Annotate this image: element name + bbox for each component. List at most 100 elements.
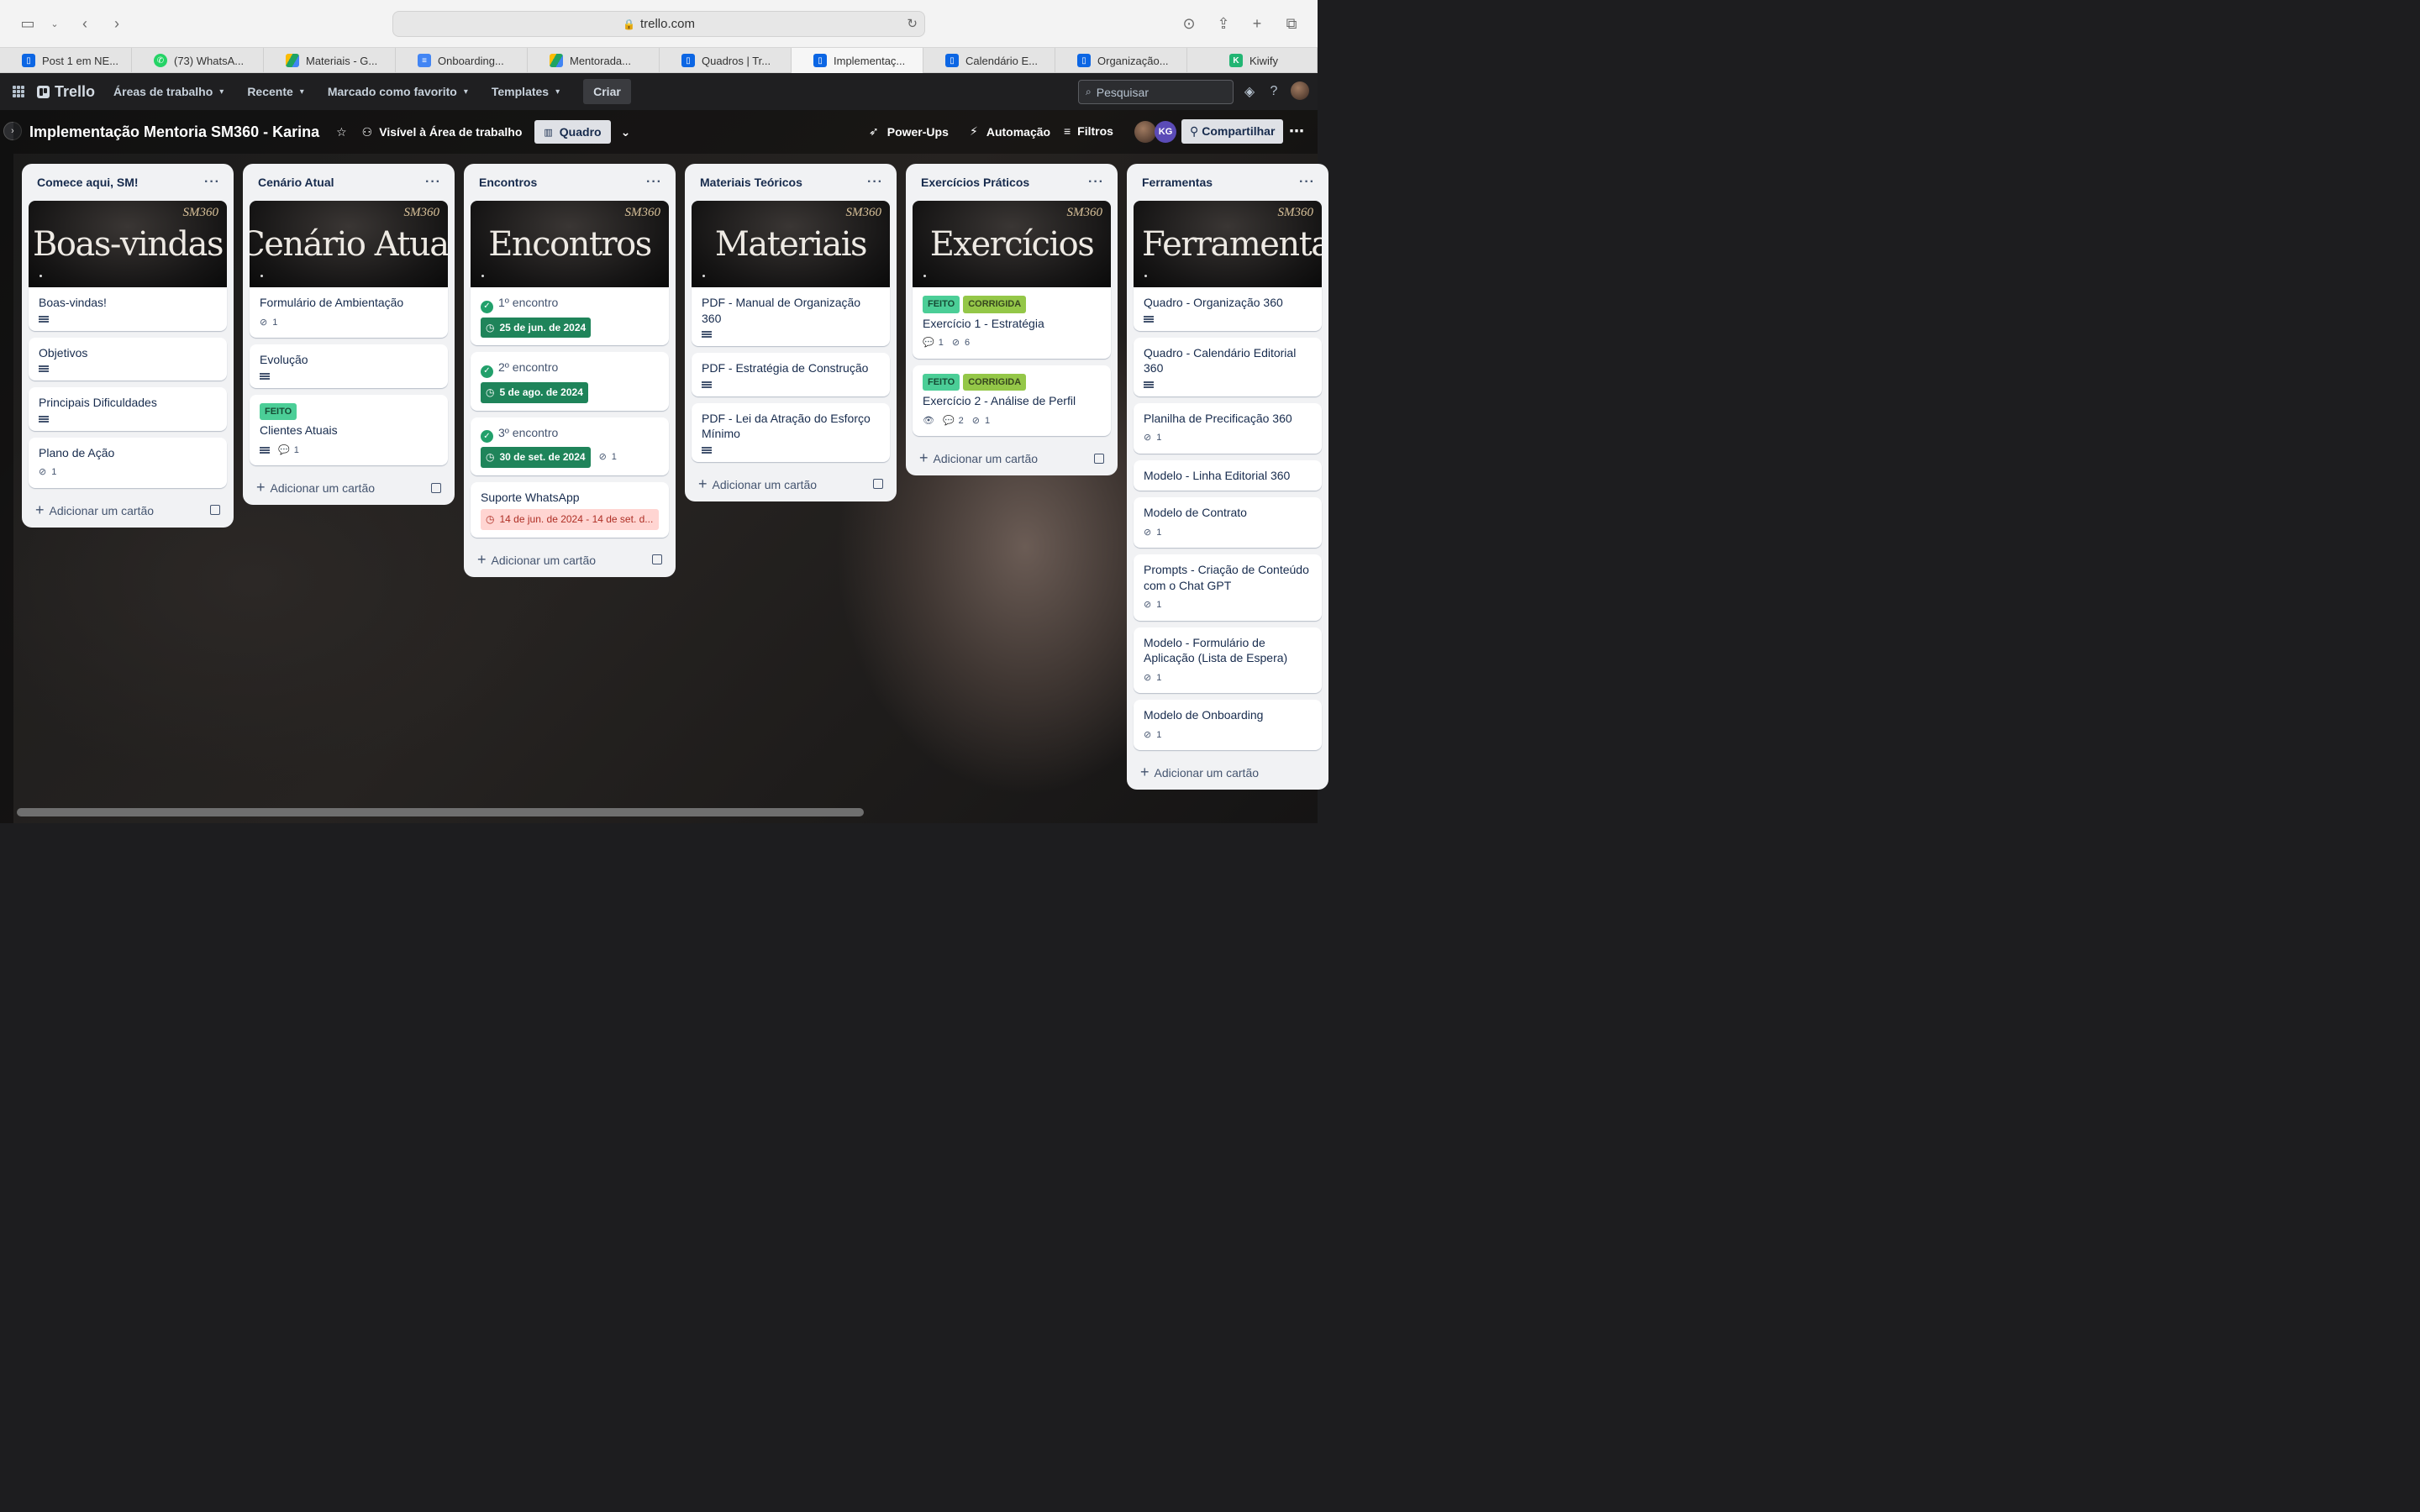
horizontal-scrollbar[interactable] (17, 808, 864, 816)
card[interactable]: ✓ 2º encontro ◷ 5 de ago. de 2024 (471, 352, 669, 411)
card[interactable]: Modelo de Contrato ⊘ 1 (1134, 497, 1322, 548)
due-date-badge[interactable]: ◷ 14 de jun. de 2024 - 14 de set. d... (481, 509, 659, 530)
browser-tab-active[interactable]: ▯ Implementaç... (792, 48, 923, 73)
card[interactable]: Planilha de Precificação 360 ⊘ 1 (1134, 402, 1322, 454)
list-menu-icon[interactable]: ··· (646, 175, 662, 190)
card[interactable]: FEITO Clientes Atuais 💬 1 (250, 394, 448, 465)
add-card-button[interactable]: + Adicionar um cartão (913, 443, 1111, 467)
card[interactable]: PDF - Lei da Atração do Esforço Mínimo (692, 402, 890, 462)
card[interactable]: Quadro - Organização 360 (1134, 287, 1322, 331)
list-title[interactable]: Materiais Teóricos (700, 176, 802, 189)
powerups-button[interactable]: ➶ Power-Ups (869, 124, 949, 139)
forward-icon[interactable]: › (106, 13, 128, 34)
browser-tab[interactable]: ▯ Post 1 em NE... (0, 48, 132, 73)
visibility-button[interactable]: ⚇ Visível à Área de trabalho (362, 125, 523, 139)
card-cover[interactable]: Encontros SM360 (471, 201, 669, 287)
list-title[interactable]: Exercícios Práticos (921, 176, 1029, 189)
card[interactable]: PDF - Manual de Organização 360 (692, 287, 890, 346)
card[interactable]: FEITO CORRIGIDA Exercício 2 - Análise de P… (913, 365, 1111, 436)
add-card-button[interactable]: + Adicionar um cartão (471, 544, 669, 569)
card-template-icon[interactable] (652, 554, 662, 565)
address-bar[interactable]: 🔒 trello.com ↻ (392, 11, 925, 37)
list-header[interactable]: Encontros ··· (471, 164, 669, 201)
nav-workspaces[interactable]: Áreas de trabalho ▾ (113, 85, 224, 98)
member-avatar[interactable] (1134, 121, 1156, 143)
label-feito[interactable]: FEITO (260, 402, 297, 420)
label-feito[interactable]: FEITO (923, 373, 960, 391)
member-avatar-kg[interactable]: KG (1155, 121, 1176, 143)
list-menu-icon[interactable]: ··· (204, 175, 220, 190)
browser-tab[interactable]: ✆ (73) WhatsA... (132, 48, 264, 73)
nav-templates[interactable]: Templates ▾ (492, 85, 560, 98)
search-input[interactable]: ⌕ Pesquisar (1078, 80, 1234, 104)
list-menu-icon[interactable]: ··· (1088, 175, 1104, 190)
back-icon[interactable]: ‹ (74, 13, 96, 34)
add-card-button[interactable]: + Adicionar um cartão (692, 469, 890, 493)
list-title[interactable]: Comece aqui, SM! (37, 176, 139, 189)
share-button[interactable]: ⚲ Compartilhar (1181, 119, 1284, 144)
avatar[interactable] (1291, 81, 1309, 100)
card[interactable]: Quadro - Calendário Editorial 360 (1134, 337, 1322, 396)
card[interactable]: Boas-vindas! (29, 287, 227, 331)
check-icon[interactable]: ✓ (481, 365, 493, 378)
card[interactable]: Prompts - Criação de Conteúdo com o Chat… (1134, 554, 1322, 621)
card[interactable]: Modelo - Linha Editorial 360 (1134, 459, 1322, 491)
list-header[interactable]: Cenário Atual ··· (250, 164, 448, 201)
card-template-icon[interactable] (873, 479, 883, 489)
app-switcher-icon[interactable] (13, 86, 24, 97)
list-title[interactable]: Ferramentas (1142, 176, 1213, 189)
browser-tab[interactable]: ▯ Organização... (1055, 48, 1187, 73)
list-header[interactable]: Ferramentas ··· (1134, 164, 1322, 201)
card-template-icon[interactable] (210, 505, 220, 515)
tab-overview-icon[interactable]: ⧉ (1281, 13, 1302, 34)
add-card-button[interactable]: + Adicionar um cartão (1134, 757, 1322, 781)
due-date-badge[interactable]: ◷ 30 de set. de 2024 (481, 447, 591, 468)
list-title[interactable]: Cenário Atual (258, 176, 334, 189)
card[interactable]: ✓ 3º encontro ◷ 30 de set. de 2024 ⊘ 1 (471, 417, 669, 475)
card-template-icon[interactable] (1094, 453, 1104, 464)
nav-recent[interactable]: Recente ▾ (247, 85, 304, 98)
due-date-badge[interactable]: ◷ 25 de jun. de 2024 (481, 317, 592, 339)
board-view-button[interactable]: ▥ Quadro (534, 120, 611, 144)
card[interactable]: Modelo de Onboarding ⊘ 1 (1134, 700, 1322, 750)
create-button[interactable]: Criar (583, 79, 631, 104)
list-header[interactable]: Materiais Teóricos ··· (692, 164, 890, 201)
label-feito[interactable]: FEITO (923, 296, 960, 313)
list-menu-icon[interactable]: ··· (425, 175, 441, 190)
card[interactable]: Evolução (250, 344, 448, 388)
card[interactable]: ✓ 1º encontro ◷ 25 de jun. de 2024 (471, 287, 669, 346)
browser-tab[interactable]: Mentorada... (528, 48, 660, 73)
card[interactable]: PDF - Estratégia de Construção (692, 353, 890, 396)
views-chevron-icon[interactable]: ⌄ (621, 125, 631, 139)
new-tab-icon[interactable]: + (1246, 13, 1268, 34)
sidebar-toggle-icon[interactable]: ▭ (17, 13, 39, 34)
share-icon[interactable]: ⇪ (1213, 13, 1234, 34)
reload-icon[interactable]: ↻ (907, 16, 918, 31)
browser-tab[interactable]: K Kiwify (1187, 48, 1318, 73)
board-title[interactable]: Implementação Mentoria SM360 - Karina (29, 123, 319, 141)
more-menu-icon[interactable]: ⋯ (1289, 123, 1304, 140)
help-icon[interactable]: ? (1265, 83, 1282, 100)
card[interactable]: Plano de Ação ⊘ 1 (29, 437, 227, 488)
due-date-badge[interactable]: ◷ 5 de ago. de 2024 (481, 382, 588, 403)
automation-button[interactable]: ⚡ Automação (970, 124, 1050, 139)
chevron-down-icon[interactable]: ⌄ (44, 13, 66, 34)
card[interactable]: Suporte WhatsApp ◷ 14 de jun. de 2024 - 14… (471, 481, 669, 538)
card[interactable]: Formulário de Ambientação ⊘ 1 (250, 287, 448, 338)
list-menu-icon[interactable]: ··· (1299, 175, 1315, 190)
card-cover[interactable]: Exercícios SM360 (913, 201, 1111, 287)
card[interactable]: FEITO CORRIGIDA Exercício 1 - Estratégia 💬 1… (913, 287, 1111, 359)
card[interactable]: Principais Dificuldades (29, 387, 227, 431)
card-cover[interactable]: Ferramentas SM360 (1134, 201, 1322, 287)
label-corrigida[interactable]: CORRIGIDA (963, 296, 1027, 313)
list-header[interactable]: Exercícios Práticos ··· (913, 164, 1111, 201)
browser-tab[interactable]: Materiais - G... (264, 48, 396, 73)
list-title[interactable]: Encontros (479, 176, 537, 189)
card-template-icon[interactable] (431, 482, 441, 493)
card[interactable]: Modelo - Formulário de Aplicação (Lista … (1134, 627, 1322, 693)
list-header[interactable]: Comece aqui, SM! ··· (29, 164, 227, 201)
browser-tab[interactable]: ▯ Calendário E... (923, 48, 1055, 73)
card[interactable]: Objetivos (29, 337, 227, 381)
label-corrigida[interactable]: CORRIGIDA (963, 373, 1027, 391)
check-icon[interactable]: ✓ (481, 430, 493, 444)
